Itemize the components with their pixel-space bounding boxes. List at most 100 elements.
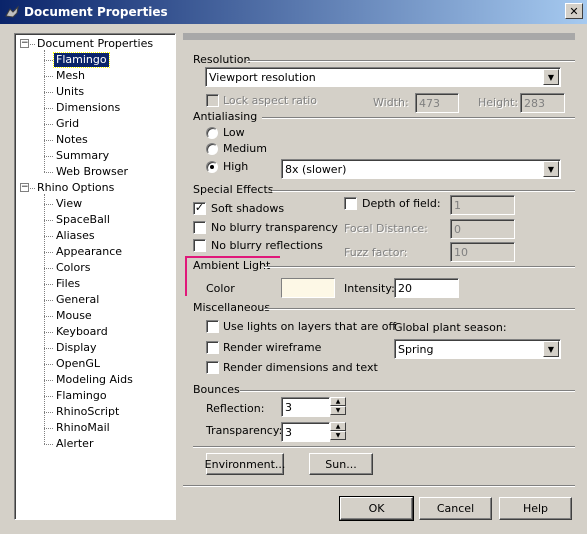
tree-item[interactable]: Flamingo bbox=[54, 389, 109, 403]
tree-connector bbox=[44, 108, 53, 109]
tree-connector bbox=[44, 236, 53, 237]
tree-item[interactable]: General bbox=[54, 293, 101, 307]
tree-connector bbox=[44, 220, 53, 221]
tree-connector bbox=[44, 204, 53, 205]
antialias-high-label: High bbox=[223, 160, 249, 173]
ok-button[interactable]: OK bbox=[339, 496, 414, 521]
options-tree[interactable]: − Document Properties Flamingo Mesh Units Dim… bbox=[14, 33, 176, 520]
tree-item[interactable]: Units bbox=[54, 85, 86, 99]
tree-connector bbox=[44, 156, 53, 157]
no-blurry-reflections-label: No blurry reflections bbox=[211, 239, 323, 252]
tree-connector bbox=[44, 194, 45, 444]
tree-item[interactable]: Document Properties bbox=[35, 37, 155, 51]
depth-of-field-checkbox[interactable] bbox=[344, 197, 357, 210]
lock-aspect-label: Lock aspect ratio bbox=[223, 94, 318, 107]
no-blurry-transparency-checkbox[interactable] bbox=[193, 221, 206, 234]
no-blurry-reflections-checkbox[interactable] bbox=[193, 239, 206, 252]
sun-button[interactable]: Sun... bbox=[309, 453, 373, 475]
render-dimensions-checkbox[interactable] bbox=[206, 361, 219, 374]
chevron-down-icon[interactable]: ▼ bbox=[543, 341, 559, 357]
width-label: Width: bbox=[373, 96, 409, 109]
chevron-down-icon: ▼ bbox=[335, 432, 341, 439]
misc-group-label: Miscellaneous bbox=[193, 301, 271, 314]
environment-button[interactable]: Environment... bbox=[205, 453, 285, 475]
tree-collapse-icon[interactable]: − bbox=[20, 183, 29, 192]
tree-item[interactable]: Web Browser bbox=[54, 165, 130, 179]
tree-connector bbox=[44, 60, 53, 61]
width-field[interactable]: 473 bbox=[415, 93, 459, 113]
antialias-medium-radio[interactable] bbox=[206, 143, 218, 155]
tree-item[interactable]: Keyboard bbox=[54, 325, 110, 339]
tree-connector bbox=[44, 380, 53, 381]
antialias-low-radio[interactable] bbox=[206, 127, 218, 139]
tree-item[interactable]: View bbox=[54, 197, 84, 211]
antialias-high-radio[interactable] bbox=[206, 161, 218, 173]
tree-connector bbox=[44, 268, 53, 269]
tree-connector bbox=[44, 444, 53, 445]
transparency-spin-up[interactable]: ▲ bbox=[330, 422, 346, 431]
tree-item[interactable]: Flamingo bbox=[53, 52, 110, 68]
resolution-dropdown[interactable]: Viewport resolution ▼ bbox=[205, 67, 561, 87]
tree-item[interactable]: OpenGL bbox=[54, 357, 102, 371]
tree-item[interactable]: Mouse bbox=[54, 309, 94, 323]
radio-selected-dot bbox=[210, 165, 214, 169]
tree-item[interactable]: RhinoMail bbox=[54, 421, 112, 435]
lock-aspect-checkbox[interactable] bbox=[206, 94, 219, 107]
resolution-dropdown-value: Viewport resolution bbox=[209, 71, 316, 84]
plant-season-dropdown[interactable]: Spring ▼ bbox=[394, 339, 561, 359]
focal-distance-field[interactable]: 0 bbox=[450, 219, 515, 239]
fuzz-factor-field[interactable]: 10 bbox=[450, 242, 515, 262]
soft-shadows-checkbox[interactable]: ✓ bbox=[193, 202, 206, 215]
tree-connector bbox=[44, 284, 53, 285]
ambient-color-swatch[interactable] bbox=[281, 278, 335, 298]
tree-item[interactable]: Notes bbox=[54, 133, 90, 147]
help-button[interactable]: Help bbox=[499, 497, 572, 520]
tree-item[interactable]: Alerter bbox=[54, 437, 95, 451]
reflection-spin-up[interactable]: ▲ bbox=[330, 397, 346, 406]
ambient-light-group-label: Ambient Light bbox=[193, 259, 271, 272]
tree-item[interactable]: Mesh bbox=[54, 69, 87, 83]
render-wireframe-checkbox[interactable] bbox=[206, 341, 219, 354]
plant-season-label: Global plant season: bbox=[394, 321, 507, 334]
buttons-divider bbox=[193, 446, 575, 448]
close-button[interactable]: ✕ bbox=[565, 3, 583, 19]
antialiasing-group-label: Antialiasing bbox=[193, 110, 258, 123]
no-blurry-transparency-label: No blurry transparency bbox=[211, 221, 338, 234]
chevron-down-icon[interactable]: ▼ bbox=[543, 69, 559, 85]
fuzz-factor-label: Fuzz factor: bbox=[344, 246, 408, 259]
tree-item[interactable]: Colors bbox=[54, 261, 92, 275]
use-lights-label: Use lights on layers that are off bbox=[223, 320, 397, 333]
chevron-up-icon: ▲ bbox=[335, 398, 341, 405]
intensity-field[interactable]: 20 bbox=[394, 278, 459, 298]
tree-collapse-icon[interactable]: − bbox=[20, 39, 29, 48]
tree-item[interactable]: SpaceBall bbox=[54, 213, 112, 227]
tree-item[interactable]: Appearance bbox=[54, 245, 124, 259]
tree-item[interactable]: Grid bbox=[54, 117, 81, 131]
tree-item[interactable]: Display bbox=[54, 341, 99, 355]
chevron-down-icon[interactable]: ▼ bbox=[543, 161, 559, 177]
cancel-button[interactable]: Cancel bbox=[419, 497, 492, 520]
use-lights-checkbox[interactable] bbox=[206, 320, 219, 333]
resolution-group-label: Resolution bbox=[193, 53, 251, 66]
reflection-field[interactable]: 3 bbox=[281, 397, 330, 417]
antialias-quality-value: 8x (slower) bbox=[285, 163, 347, 176]
transparency-field[interactable]: 3 bbox=[281, 422, 330, 442]
bounces-group-label: Bounces bbox=[193, 383, 240, 396]
tree-connector bbox=[44, 428, 53, 429]
transparency-spin-down[interactable]: ▼ bbox=[330, 431, 346, 440]
antialias-quality-dropdown[interactable]: 8x (slower) ▼ bbox=[281, 159, 561, 179]
reflection-spin-down[interactable]: ▼ bbox=[330, 406, 346, 415]
tree-item[interactable]: Dimensions bbox=[54, 101, 122, 115]
tree-item[interactable]: Summary bbox=[54, 149, 111, 163]
height-field[interactable]: 283 bbox=[520, 93, 565, 113]
tree-item[interactable]: Rhino Options bbox=[35, 181, 116, 195]
tree-connector bbox=[44, 172, 53, 173]
tree-item[interactable]: Files bbox=[54, 277, 82, 291]
depth-of-field-field[interactable]: 1 bbox=[450, 195, 515, 215]
misc-divider bbox=[264, 308, 575, 310]
tree-item[interactable]: RhinoScript bbox=[54, 405, 121, 419]
tree-item[interactable]: Modeling Aids bbox=[54, 373, 135, 387]
ambient-color-label: Color bbox=[206, 282, 235, 295]
tree-connector bbox=[44, 252, 53, 253]
tree-item[interactable]: Aliases bbox=[54, 229, 97, 243]
